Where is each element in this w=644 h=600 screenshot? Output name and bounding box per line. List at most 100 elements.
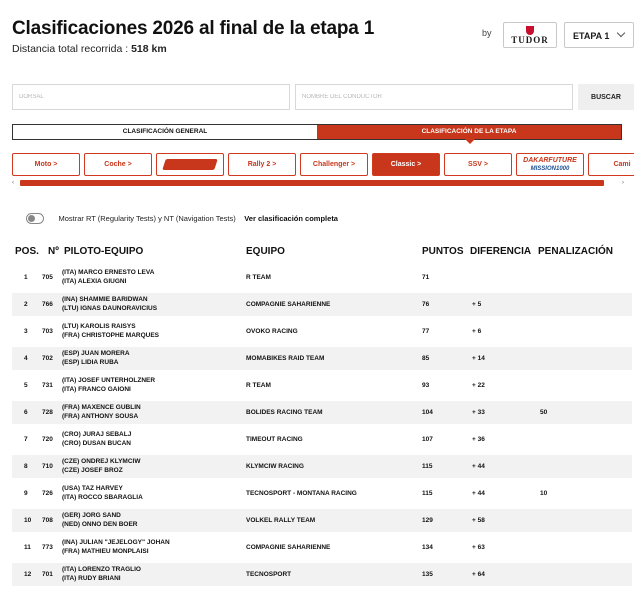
row-points: 77 bbox=[422, 328, 430, 335]
category-ssv[interactable]: SSV > bbox=[444, 153, 512, 176]
row-team: R TEAM bbox=[246, 382, 271, 389]
table-header: POS. Nº PILOTO-EQUIPO EQUIPO PUNTOS DIFE… bbox=[12, 246, 632, 260]
tudor-shield-icon bbox=[526, 26, 534, 35]
row-crew: (ITA) LORENZO TRAGLIO (ITA) RUDY BRIANI bbox=[62, 565, 141, 583]
table-row[interactable]: 3 703 (LTU) KAROLIS RAISYS (FRA) CHRISTOP… bbox=[12, 320, 632, 343]
sponsor-logo[interactable]: TUDOR bbox=[503, 22, 557, 48]
toggle-knob bbox=[28, 215, 35, 223]
row-codriver: (CZE) JOSEF BROZ bbox=[62, 467, 123, 474]
row-pos: 4 bbox=[24, 355, 28, 362]
row-codriver: (ESP) LIDIA RUBA bbox=[62, 359, 119, 366]
row-gap: + 44 bbox=[472, 463, 485, 470]
row-gap: + 63 bbox=[472, 544, 485, 551]
row-gap: + 64 bbox=[472, 571, 485, 578]
row-penalty: 10 bbox=[540, 490, 548, 497]
row-num: 731 bbox=[42, 382, 53, 389]
row-crew: (INA) JULIAN "JEJELOGY" JOHAN (FRA) MATHI… bbox=[62, 538, 170, 556]
row-driver: (FRA) MAXENCE GUBLIN bbox=[62, 404, 141, 411]
row-team: COMPAGNIE SAHARIENNE bbox=[246, 544, 331, 551]
dakar-future-label: DAKARFUTURE bbox=[523, 157, 577, 164]
category-strip: Moto > Coche > Rally 2 > Challenger > Cl… bbox=[12, 153, 634, 178]
header-puntos: PUNTOS bbox=[422, 246, 464, 257]
row-driver: (CRO) JURAJ SEBALJ bbox=[62, 431, 132, 438]
category-camion[interactable]: Cami bbox=[588, 153, 634, 176]
category-rally2[interactable]: Rally 2 > bbox=[228, 153, 296, 176]
row-team: TIMEOUT RACING bbox=[246, 436, 303, 443]
rt-nt-toggle-label: Mostrar RT (Regularity Tests) y NT (Navi… bbox=[58, 214, 236, 224]
row-penalty: 50 bbox=[540, 409, 548, 416]
table-row[interactable]: 4 702 (ESP) JUAN MORERA (ESP) LIDIA RUBA … bbox=[12, 347, 632, 370]
table-row[interactable]: 8 710 (CZE) ONDREJ KLYMCIW (CZE) JOSEF BR… bbox=[12, 455, 632, 478]
row-gap: + 22 bbox=[472, 382, 485, 389]
row-team: VOLKEL RALLY TEAM bbox=[246, 517, 316, 524]
dakar-future-sub: MISSION1000 bbox=[530, 166, 570, 172]
header-penalizacion: PENALIZACIÓN bbox=[538, 246, 613, 257]
etapa-select[interactable]: ETAPA 1 bbox=[564, 22, 634, 48]
search-button[interactable]: BUSCAR bbox=[578, 84, 634, 110]
row-team: R TEAM bbox=[246, 274, 271, 281]
driver-name-input[interactable] bbox=[295, 84, 573, 110]
row-gap: + 44 bbox=[472, 490, 485, 497]
row-num: 773 bbox=[42, 544, 53, 551]
row-pos: 7 bbox=[24, 436, 28, 443]
dakar-future-logo: DAKARFUTURE MISSION1000 bbox=[523, 157, 577, 173]
row-gap: + 6 bbox=[472, 328, 482, 335]
category-scrollbar[interactable]: ‹ › bbox=[12, 180, 624, 186]
row-codriver: (ITA) ROCCO SBARAGLIA bbox=[62, 494, 143, 501]
chevron-down-icon bbox=[616, 28, 626, 38]
row-num: 703 bbox=[42, 328, 53, 335]
row-crew: (FRA) MAXENCE GUBLIN (FRA) ANTHONY SOUSA bbox=[62, 403, 141, 421]
category-dakar-future[interactable]: DAKARFUTURE MISSION1000 bbox=[516, 153, 584, 176]
table-row[interactable]: 10 708 (GER) JORG SAND (NED) ONNO DEN BOE… bbox=[12, 509, 632, 532]
row-codriver: (ITA) RUDY BRIANI bbox=[62, 575, 121, 582]
row-points: 107 bbox=[422, 436, 433, 443]
row-crew: (CRO) JURAJ SEBALJ (CRO) DUSAN BUCAN bbox=[62, 430, 131, 448]
full-classification-link[interactable]: Ver clasificación completa bbox=[244, 214, 338, 223]
dorsal-input[interactable] bbox=[12, 84, 290, 110]
row-driver: (ITA) LORENZO TRAGLIO bbox=[62, 566, 141, 573]
row-codriver: (LTU) IGNAS DAUNORAVICIUS bbox=[62, 305, 158, 312]
row-driver: (ESP) JUAN MORERA bbox=[62, 350, 130, 357]
row-pos: 12 bbox=[24, 571, 32, 578]
category-challenger[interactable]: Challenger > bbox=[300, 153, 368, 176]
row-points: 93 bbox=[422, 382, 430, 389]
row-driver: (GER) JORG SAND bbox=[62, 512, 121, 519]
row-crew: (INA) SHAMMIE BARIDWAN (LTU) IGNAS DAUNOR… bbox=[62, 295, 157, 313]
table-row[interactable]: 1 705 (ITA) MARCO ERNESTO LEVA (ITA) ALEX… bbox=[12, 266, 632, 289]
category-moto[interactable]: Moto > bbox=[12, 153, 80, 176]
row-codriver: (CRO) DUSAN BUCAN bbox=[62, 440, 131, 447]
row-gap: + 33 bbox=[472, 409, 485, 416]
header-piloto: PILOTO-EQUIPO bbox=[64, 246, 144, 257]
header-num: Nº bbox=[48, 246, 59, 257]
scroll-thumb[interactable] bbox=[20, 180, 604, 186]
row-team: COMPAGNIE SAHARIENNE bbox=[246, 301, 331, 308]
row-driver: (INA) SHAMMIE BARIDWAN bbox=[62, 296, 148, 303]
rt-nt-toggle[interactable] bbox=[26, 213, 44, 225]
row-crew: (ESP) JUAN MORERA (ESP) LIDIA RUBA bbox=[62, 349, 130, 367]
table-row[interactable]: 6 728 (FRA) MAXENCE GUBLIN (FRA) ANTHONY … bbox=[12, 401, 632, 424]
tab-general-classification[interactable]: CLASIFICACIÓN GENERAL bbox=[13, 125, 317, 139]
row-codriver: (FRA) CHRISTOPHE MARQUES bbox=[62, 332, 160, 339]
row-team: BOLIDES RACING TEAM bbox=[246, 409, 323, 416]
table-row[interactable]: 2 766 (INA) SHAMMIE BARIDWAN (LTU) IGNAS … bbox=[12, 293, 632, 316]
scroll-left-icon[interactable]: ‹ bbox=[12, 180, 14, 186]
category-coche[interactable]: Coche > bbox=[84, 153, 152, 176]
category-classic[interactable]: Classic > bbox=[372, 153, 440, 176]
category-stock[interactable] bbox=[156, 153, 224, 176]
row-num: 708 bbox=[42, 517, 53, 524]
table-row[interactable]: 9 726 (USA) TAZ HARVEY (ITA) ROCCO SBARAG… bbox=[12, 482, 632, 505]
table-row[interactable]: 12 701 (ITA) LORENZO TRAGLIO (ITA) RUDY B… bbox=[12, 563, 632, 586]
row-points: 135 bbox=[422, 571, 433, 578]
table-row[interactable]: 7 720 (CRO) JURAJ SEBALJ (CRO) DUSAN BUCA… bbox=[12, 428, 632, 451]
row-points: 71 bbox=[422, 274, 430, 281]
classification-table: 1 705 (ITA) MARCO ERNESTO LEVA (ITA) ALEX… bbox=[12, 266, 632, 590]
search-bar: BUSCAR bbox=[12, 84, 634, 110]
scroll-right-icon[interactable]: › bbox=[622, 180, 624, 186]
table-row[interactable]: 5 731 (ITA) JOSEF UNTERHOLZNER (ITA) FRAN… bbox=[12, 374, 632, 397]
row-codriver: (FRA) MATHIEU MONPLAISI bbox=[62, 548, 149, 555]
tab-stage-classification[interactable]: CLASIFICACIÓN DE LA ETAPA bbox=[317, 125, 621, 144]
table-row[interactable]: 11 773 (INA) JULIAN "JEJELOGY" JOHAN (FRA… bbox=[12, 536, 632, 559]
row-points: 76 bbox=[422, 301, 430, 308]
row-crew: (LTU) KAROLIS RAISYS (FRA) CHRISTOPHE MAR… bbox=[62, 322, 159, 340]
row-crew: (ITA) MARCO ERNESTO LEVA (ITA) ALEXIA GIU… bbox=[62, 268, 154, 286]
